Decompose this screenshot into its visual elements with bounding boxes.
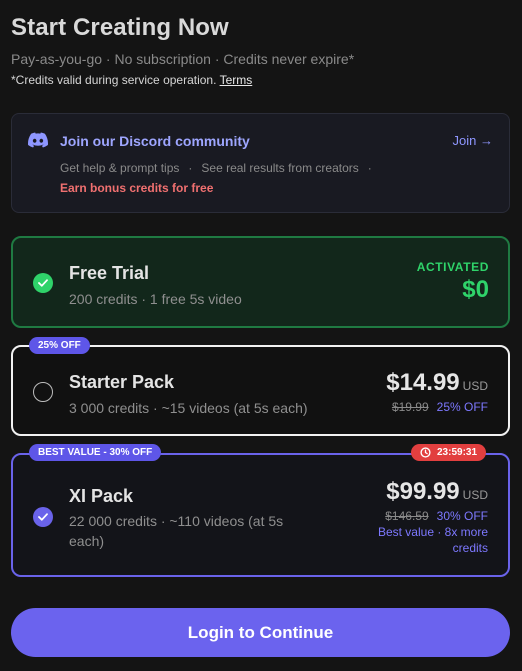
plan-description: 3 000 credits · ~15 videos (at 5s each) — [69, 400, 308, 416]
plan-discount-row: $19.99 25% OFF — [392, 400, 488, 414]
plan-radio-selected[interactable] — [33, 273, 53, 293]
plan-discount: 25% OFF — [436, 400, 488, 414]
plan-name: XI Pack — [69, 486, 134, 506]
discord-title: Join our Discord community — [60, 133, 250, 149]
plan-description: 200 credits · 1 free 5s video — [69, 291, 242, 307]
discount-badge: 25% OFF — [29, 337, 90, 354]
countdown-timer-badge: 23:59:31 — [411, 444, 487, 461]
check-icon — [38, 513, 48, 521]
plan-currency: USD — [462, 488, 488, 502]
page-title: Start Creating Now — [11, 14, 229, 41]
discord-bonus: Earn bonus credits for free — [60, 181, 214, 195]
plan-radio-unselected[interactable] — [33, 382, 53, 402]
plan-name: Free Trial — [69, 263, 150, 283]
discord-tips: Get help & prompt tips · See real results … — [60, 161, 381, 175]
plan-value-note: Best value · 8x more credits — [377, 525, 488, 555]
plan-price: $0 — [462, 276, 489, 303]
discord-tip: Get help & prompt tips — [60, 161, 180, 175]
best-value-badge: BEST VALUE - 30% OFF — [29, 444, 162, 461]
plan-old-price: $19.99 — [391, 400, 429, 414]
plan-description: 22 000 credits · ~110 videos (at 5s each… — [69, 513, 284, 549]
discord-join-link[interactable]: Join → — [453, 133, 493, 148]
plan-card-free-trial[interactable]: Free Trial 200 credits · 1 free 5s video… — [11, 236, 510, 328]
plan-price-row: $99.99 USD — [386, 478, 488, 506]
discord-card[interactable]: Join our Discord community Join → Get he… — [11, 113, 510, 213]
plan-card-starter-pack[interactable]: Starter Pack 3 000 credits · ~15 videos … — [11, 345, 510, 436]
login-button[interactable]: Login to Continue — [11, 608, 510, 657]
plan-discount: 30% OFF — [436, 509, 488, 523]
check-icon — [38, 279, 48, 287]
plan-radio-selected[interactable] — [33, 507, 53, 527]
credits-note-text: *Credits valid during service operation. — [11, 73, 220, 87]
plan-old-price: $146.59 — [385, 509, 429, 523]
countdown-timer: 23:59:31 — [437, 447, 478, 458]
plan-currency: USD — [462, 379, 488, 393]
plan-price: $99.99 — [386, 478, 460, 505]
plan-discount-row: $146.59 30% OFF — [385, 509, 488, 523]
plan-status-badge: ACTIVATED — [416, 260, 489, 274]
plan-card-xi-pack[interactable]: XI Pack 22 000 credits · ~110 videos (at… — [11, 453, 510, 577]
clock-icon — [420, 447, 431, 458]
plan-price-row: $14.99 USD — [386, 369, 488, 397]
plan-name: Starter Pack — [69, 372, 175, 392]
plan-price: $14.99 — [386, 369, 460, 396]
page-subtitle: Pay-as-you-go · No subscription · Credit… — [11, 51, 355, 67]
discord-tip: See real results from creators — [201, 161, 359, 175]
discord-tip-separator: · — [188, 161, 193, 175]
credits-note: *Credits valid during service operation.… — [11, 73, 252, 87]
discord-icon — [28, 132, 48, 148]
terms-link[interactable]: Terms — [220, 73, 253, 87]
discord-tip-separator: · — [367, 161, 372, 175]
